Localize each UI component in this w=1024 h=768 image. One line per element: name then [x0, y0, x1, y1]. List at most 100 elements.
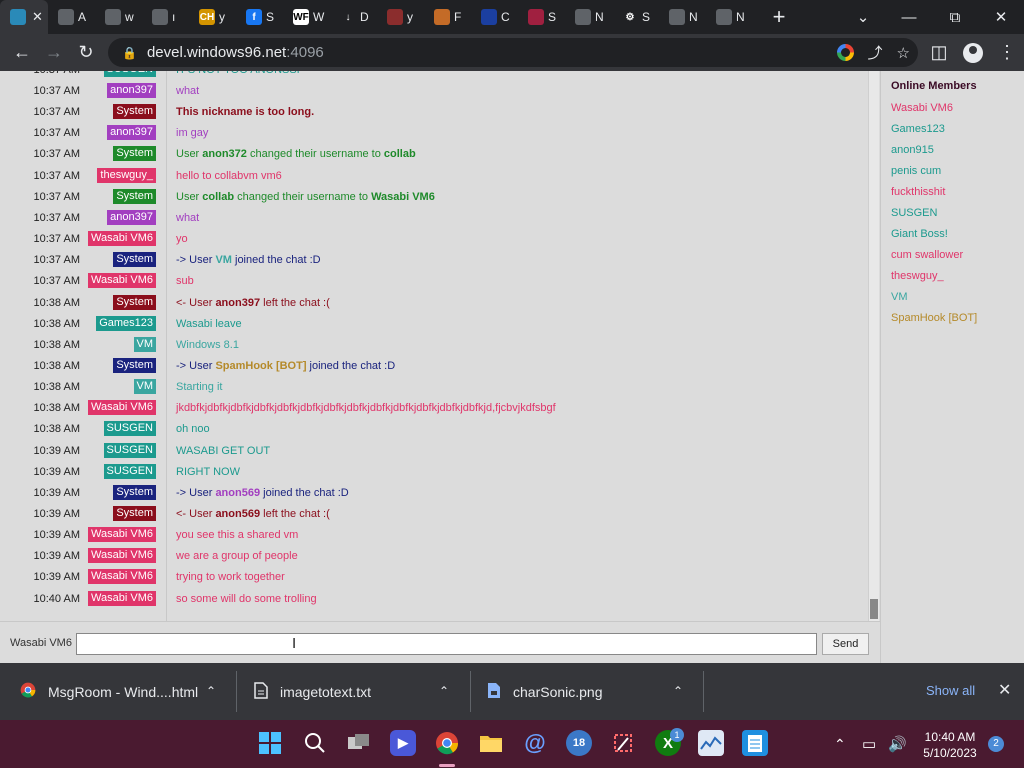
message-username-badge[interactable]: SUSGEN: [103, 463, 156, 479]
browser-tab[interactable]: ↓ D: [330, 0, 377, 34]
online-member[interactable]: cum swallower: [891, 245, 1024, 266]
show-hidden-icons[interactable]: ⌃: [834, 720, 846, 768]
message-input[interactable]: [76, 633, 817, 655]
profile-icon[interactable]: [956, 37, 990, 69]
online-member[interactable]: Games123: [891, 119, 1024, 140]
message-username-badge[interactable]: anon397: [107, 83, 156, 98]
online-member[interactable]: fuckthisshit: [891, 182, 1024, 203]
snipping-tool-icon[interactable]: [610, 730, 636, 756]
message-username-badge[interactable]: System: [113, 294, 156, 310]
browser-tab[interactable]: CH y: [189, 0, 236, 34]
notifications-badge[interactable]: 2: [988, 736, 1004, 752]
message-username-badge[interactable]: System: [113, 506, 156, 521]
notepad-icon[interactable]: [742, 730, 768, 756]
download-item[interactable]: MsgRoom - Wind....html ⌃: [20, 663, 222, 720]
message-username-badge[interactable]: anon397: [107, 125, 156, 141]
message-username-badge[interactable]: System: [113, 188, 156, 204]
close-window-button[interactable]: ✕: [978, 0, 1024, 34]
browser-tab[interactable]: y: [377, 0, 424, 34]
browser-tab[interactable]: N: [706, 0, 753, 34]
online-member[interactable]: penis cum: [891, 161, 1024, 182]
chat-scrollbar[interactable]: [868, 71, 879, 621]
message-username-badge[interactable]: VM: [133, 379, 156, 395]
message-username-badge[interactable]: System: [113, 484, 156, 500]
close-downloads-icon[interactable]: ✕: [998, 680, 1011, 700]
message-username-badge[interactable]: System: [113, 104, 156, 120]
network-icon[interactable]: ▭: [862, 720, 876, 768]
browser-tab[interactable]: w: [95, 0, 142, 34]
send-button[interactable]: Send: [822, 633, 869, 655]
search-icon[interactable]: [302, 730, 328, 756]
message-username-badge[interactable]: SUSGEN: [103, 71, 156, 77]
browser-tab[interactable]: fS: [236, 0, 283, 34]
new-tab-button[interactable]: +: [767, 4, 791, 30]
lock-icon[interactable]: 🔒: [122, 46, 137, 60]
online-member[interactable]: Wasabi VM6: [891, 98, 1024, 119]
browser-tab[interactable]: ı: [142, 0, 189, 34]
download-options-chevron-icon[interactable]: ⌃: [206, 684, 216, 698]
close-tab-icon[interactable]: ✕: [32, 9, 43, 25]
message-username-badge[interactable]: Games123: [96, 315, 156, 331]
system-clock[interactable]: 10:40 AM 5/10/2023: [920, 729, 980, 761]
online-member[interactable]: VM: [891, 287, 1024, 308]
download-options-chevron-icon[interactable]: ⌃: [439, 684, 449, 698]
browser-tab[interactable]: C: [471, 0, 518, 34]
message-username-badge[interactable]: Wasabi VM6: [88, 590, 156, 606]
file-explorer-icon[interactable]: [478, 730, 504, 756]
scroll-thumb[interactable]: [870, 599, 878, 619]
message-username-badge[interactable]: VM: [133, 336, 156, 352]
google-lens-icon[interactable]: [836, 44, 854, 61]
address-bar[interactable]: 🔒 devel.windows96.net:4096 ⤴ ☆: [108, 38, 918, 67]
menu-kebab-icon[interactable]: ⋮: [990, 37, 1024, 69]
tab-search-icon[interactable]: ⌄: [840, 0, 886, 34]
message-username-badge[interactable]: SUSGEN: [103, 421, 156, 437]
chrome-icon[interactable]: [434, 730, 460, 756]
task-view-icon[interactable]: [346, 730, 372, 756]
online-member[interactable]: SpamHook [BOT]: [891, 308, 1024, 329]
message-username-badge[interactable]: theswguy_: [97, 167, 156, 183]
start-windows-icon[interactable]: [257, 730, 283, 756]
browser-tab[interactable]: WF W: [283, 0, 330, 34]
message-username-badge[interactable]: Wasabi VM6: [88, 569, 156, 585]
download-item[interactable]: charSonic.png ⌃: [487, 663, 689, 720]
browser-tab[interactable]: A: [48, 0, 95, 34]
message-username-badge[interactable]: System: [113, 146, 156, 162]
download-options-chevron-icon[interactable]: ⌃: [673, 684, 683, 698]
maximize-button[interactable]: ⧉: [932, 0, 978, 34]
browser-tab[interactable]: N: [659, 0, 706, 34]
browser-tab[interactable]: ⚙ S: [612, 0, 659, 34]
tab-active[interactable]: ✕: [0, 0, 48, 34]
teams-chat-icon[interactable]: ▶: [390, 730, 416, 756]
side-panel-icon[interactable]: ◫: [922, 37, 956, 69]
message-username-badge[interactable]: System: [113, 357, 156, 373]
online-member[interactable]: SUSGEN: [891, 203, 1024, 224]
email-at-icon[interactable]: @: [522, 730, 548, 756]
volume-icon[interactable]: 🔊: [888, 720, 907, 768]
browser-tab[interactable]: F: [424, 0, 471, 34]
chat-log[interactable]: 10:37 AMSUSGENIT'S NOT TOO ANONSSI10:37 …: [0, 71, 868, 621]
browser-tab[interactable]: N: [565, 0, 612, 34]
reload-icon[interactable]: ↻: [70, 37, 102, 69]
minimize-button[interactable]: —: [886, 0, 932, 34]
performance-monitor-icon[interactable]: [698, 730, 724, 756]
message-username-badge[interactable]: Wasabi VM6: [88, 527, 156, 543]
show-all-downloads-link[interactable]: Show all: [926, 683, 975, 698]
message-username-badge[interactable]: Wasabi VM6: [88, 273, 156, 289]
share-icon[interactable]: ⤴: [868, 42, 883, 63]
message-username-badge[interactable]: Wasabi VM6: [88, 548, 156, 564]
calendar-icon[interactable]: 18: [566, 730, 592, 756]
message-username-badge[interactable]: SUSGEN: [103, 442, 156, 458]
message-username-badge[interactable]: Wasabi VM6: [88, 231, 156, 247]
forward-icon[interactable]: →: [38, 37, 70, 69]
bookmark-star-icon[interactable]: ☆: [897, 44, 910, 62]
online-member[interactable]: Giant Boss!: [891, 224, 1024, 245]
download-item[interactable]: imagetotext.txt ⌃: [254, 663, 455, 720]
message-username-badge[interactable]: System: [113, 252, 156, 268]
online-member[interactable]: theswguy_: [891, 266, 1024, 287]
current-nickname[interactable]: Wasabi VM6: [10, 637, 72, 649]
message-username-badge[interactable]: anon397: [107, 209, 156, 225]
back-icon[interactable]: ←: [6, 37, 38, 69]
browser-tab[interactable]: S: [518, 0, 565, 34]
message-username-badge[interactable]: Wasabi VM6: [88, 400, 156, 416]
online-member[interactable]: anon915: [891, 140, 1024, 161]
